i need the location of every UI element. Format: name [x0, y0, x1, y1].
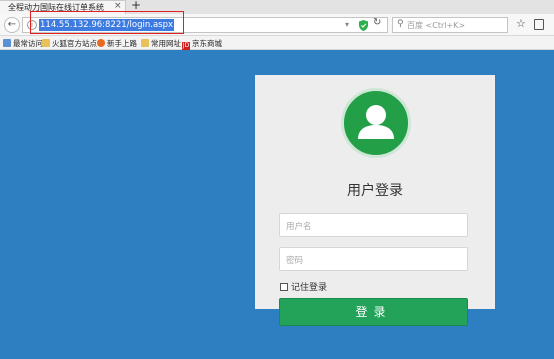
password-input[interactable]: 密码 — [279, 247, 468, 271]
back-arrow-icon[interactable]: ← — [4, 17, 20, 33]
reload-icon[interactable]: ↻ — [373, 17, 381, 28]
login-button[interactable]: 登录 — [279, 298, 468, 326]
remember-login[interactable]: 记住登录 — [280, 280, 327, 293]
login-title: 用户登录 — [347, 183, 403, 199]
search-placeholder: 百度 <Ctrl+K> — [407, 21, 466, 30]
firefox-icon — [97, 39, 105, 47]
remember-label: 记住登录 — [291, 283, 328, 293]
bookmark-jd[interactable]: JD 京东商城 — [182, 38, 222, 50]
user-avatar-icon — [341, 88, 411, 158]
bookmark-firefox-official[interactable]: 火狐官方站点 — [42, 38, 97, 48]
search-bar[interactable]: ⚲ 百度 <Ctrl+K> — [392, 17, 508, 33]
folder-icon — [141, 39, 149, 47]
dropdown-icon[interactable]: ▾ — [345, 20, 349, 29]
star-icon[interactable]: ☆ — [516, 17, 526, 30]
close-tab-icon[interactable]: × — [114, 1, 122, 11]
jd-icon: JD — [182, 42, 190, 50]
password-placeholder: 密码 — [286, 256, 304, 266]
bookmark-common-sites[interactable]: 常用网址 — [141, 38, 181, 48]
shield-icon[interactable] — [359, 20, 368, 31]
doc-icon — [3, 39, 11, 47]
username-placeholder: 用户名 — [286, 222, 312, 232]
bookmark-most-visited[interactable]: 最常访问 — [3, 38, 43, 48]
clipboard-icon[interactable] — [534, 19, 544, 30]
search-icon: ⚲ — [397, 19, 404, 29]
url-highlight-box — [30, 11, 184, 34]
bookmark-getting-started[interactable]: 新手上路 — [97, 38, 137, 48]
bookmarks-toolbar: 最常访问 火狐官方站点 新手上路 常用网址 JD 京东商城 — [0, 36, 554, 50]
folder-icon — [42, 39, 50, 47]
remember-checkbox[interactable] — [280, 283, 288, 291]
username-input[interactable]: 用户名 — [279, 213, 468, 237]
